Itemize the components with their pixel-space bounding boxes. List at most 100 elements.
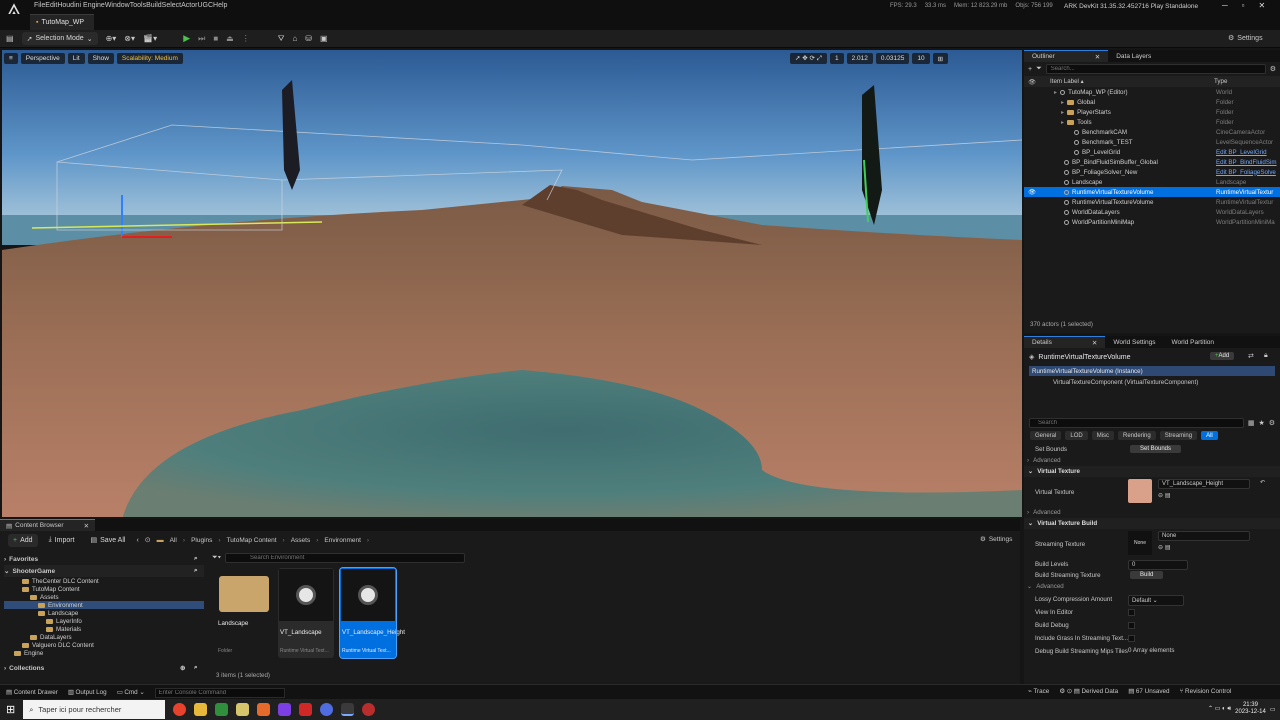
- lock-icon[interactable]: 🔒︎: [1264, 352, 1268, 360]
- virtual-texture-dropdown[interactable]: VT_Landscape_Height: [1158, 479, 1250, 489]
- step-icon[interactable]: ⏭︎: [198, 34, 205, 44]
- filter-general[interactable]: General: [1030, 431, 1062, 440]
- menu-item-actor[interactable]: Actor: [181, 2, 197, 9]
- filter-lod[interactable]: LOD: [1065, 431, 1088, 440]
- menu-item-build[interactable]: Build: [146, 2, 162, 9]
- unreal-taskbar-icon[interactable]: [341, 703, 355, 716]
- taskbar-search[interactable]: ⌕ Taper ici pour rechercher: [23, 700, 166, 719]
- folder-tree-item[interactable]: Assets: [4, 593, 204, 601]
- folder-tree-item[interactable]: TheCenter DLC Content: [4, 577, 204, 585]
- outliner-row[interactable]: ▸ PlayerStarts Folder: [1024, 107, 1280, 117]
- breadcrumb-item[interactable]: Plugins: [191, 537, 212, 544]
- instance-row[interactable]: RuntimeVirtualTextureVolume (Instance): [1029, 366, 1275, 376]
- component-row[interactable]: VirtualTextureComponent (VirtualTextureC…: [1029, 377, 1275, 387]
- brave-icon[interactable]: [257, 703, 271, 716]
- layout-icon[interactable]: ▣: [320, 34, 328, 43]
- output-log-button[interactable]: ▥ Output Log: [68, 689, 107, 696]
- obs-icon[interactable]: [278, 703, 292, 716]
- chevron-down-icon[interactable]: ⌄: [1028, 520, 1033, 527]
- breadcrumb-item[interactable]: Environment: [324, 537, 361, 544]
- outliner-row[interactable]: Landscape Landscape: [1024, 177, 1280, 187]
- outliner-row[interactable]: BP_LevelGrid Edit BP_LevelGrid: [1024, 147, 1280, 157]
- app-icon[interactable]: [215, 703, 229, 716]
- asset-search-input[interactable]: [225, 553, 466, 563]
- derived-data-button[interactable]: ⚙ ⊙ ▤ Derived Data: [1059, 688, 1118, 695]
- set-bounds-button[interactable]: Set Bounds: [1130, 445, 1182, 453]
- camera-speed[interactable]: 10: [912, 53, 930, 64]
- outliner-item-type[interactable]: Edit BP_FoliageSolve: [1216, 169, 1276, 176]
- folder-tree-item[interactable]: Valguero DLC Content: [4, 641, 204, 649]
- streaming-texture-dropdown[interactable]: None: [1158, 531, 1250, 541]
- gear-icon[interactable]: ⚙: [1269, 419, 1275, 427]
- expand-arrow-icon[interactable]: ▸: [1061, 109, 1064, 116]
- notification-icon[interactable]: ▭: [1270, 706, 1276, 713]
- outliner-row[interactable]: BP_FoliageSolver_New Edit BP_FoliageSolve: [1024, 167, 1280, 177]
- platforms-icon[interactable]: ⛛: [278, 34, 285, 44]
- tab-data-layers[interactable]: Data Layers: [1108, 50, 1159, 62]
- minimize-icon[interactable]: ─: [1222, 1, 1228, 10]
- discord-icon[interactable]: [320, 703, 334, 716]
- texture-thumbnail[interactable]: [1128, 479, 1152, 503]
- collections-section[interactable]: Collections: [9, 665, 44, 672]
- browse-icon[interactable]: ⊖ ▤: [1158, 492, 1171, 499]
- expand-arrow-icon[interactable]: ▸: [1061, 99, 1064, 106]
- build-debug-checkbox[interactable]: [1128, 622, 1135, 629]
- reset-icon[interactable]: ↶: [1260, 479, 1265, 486]
- app2-icon[interactable]: [236, 703, 250, 716]
- back-icon[interactable]: ‹: [136, 537, 138, 544]
- lossy-dropdown[interactable]: Default ⌄: [1128, 595, 1184, 606]
- add-content-icon[interactable]: ⊕▾: [106, 34, 117, 43]
- menu-item-edit[interactable]: Edit: [45, 2, 57, 9]
- houdini-icon[interactable]: ⌂: [292, 34, 297, 43]
- filter-rendering[interactable]: Rendering: [1118, 431, 1156, 440]
- filter-icon[interactable]: ⏷: [1036, 65, 1042, 73]
- filezilla-icon[interactable]: [299, 703, 313, 716]
- outliner-row[interactable]: BenchmarkCAM CineCameraActor: [1024, 127, 1280, 137]
- breadcrumb-item[interactable]: Assets: [291, 537, 311, 544]
- details-search-input[interactable]: [1029, 418, 1244, 428]
- asset-tile[interactable]: VT_Landscape_Height Runtime Virtual Text.…: [339, 567, 405, 659]
- transform-tools[interactable]: ➚ ✥ ⟳ ⤢: [790, 53, 827, 64]
- expand-arrow-icon[interactable]: ▸: [1054, 89, 1057, 96]
- close-icon[interactable]: ✕: [1092, 339, 1097, 347]
- chrome-icon[interactable]: [173, 703, 187, 716]
- chevron-right-icon[interactable]: ›: [4, 556, 6, 563]
- modeling-icon[interactable]: ⛁: [305, 34, 312, 43]
- folder-icon[interactable]: ▬: [157, 537, 164, 544]
- lit-button[interactable]: Lit: [67, 53, 85, 64]
- add-collection-icon[interactable]: ⊕: [180, 664, 185, 672]
- favorites-section[interactable]: Favorites: [9, 556, 38, 563]
- breadcrumb-item[interactable]: TutoMap Content: [227, 537, 277, 544]
- menu-item-file[interactable]: File: [34, 2, 45, 9]
- advanced-label[interactable]: Advanced: [1033, 457, 1061, 464]
- grid-snap[interactable]: 1: [829, 53, 844, 64]
- menu-item-window[interactable]: Window: [105, 2, 130, 9]
- expand-arrow-icon[interactable]: ▸: [1061, 119, 1064, 126]
- console-input[interactable]: [154, 687, 285, 698]
- clock[interactable]: 21:39 2023-12-14: [1235, 702, 1266, 716]
- gear-icon[interactable]: ⚙: [1270, 65, 1276, 73]
- add-component-button[interactable]: +Add: [1210, 352, 1235, 360]
- chevron-down-icon[interactable]: ⌄: [1028, 468, 1033, 475]
- close-window-icon[interactable]: ✕: [1259, 1, 1266, 10]
- outliner-item-type[interactable]: Edit BP_LevelGrid: [1216, 149, 1267, 156]
- tab-content-browser[interactable]: ▤ Content Browser ✕: [0, 519, 96, 531]
- content-drawer-button[interactable]: ▤ Content Drawer: [6, 689, 58, 696]
- visibility-icon[interactable]: 👁︎: [1028, 188, 1036, 196]
- folder-tree-item[interactable]: Environment: [4, 601, 204, 609]
- search-icon[interactable]: ⌕: [194, 555, 198, 563]
- advanced-label-3[interactable]: Advanced: [1036, 583, 1064, 590]
- build-levels-input[interactable]: 0: [1128, 560, 1188, 570]
- folder-tree-item[interactable]: DataLayers: [4, 633, 204, 641]
- folder-tree-item[interactable]: TutoMap Content: [4, 585, 204, 593]
- cinematics-icon[interactable]: 🎬︎▾: [143, 34, 157, 43]
- menu-item-tools[interactable]: Tools: [130, 2, 146, 9]
- menu-item-ugc[interactable]: UGC: [197, 2, 213, 9]
- filter-misc[interactable]: Misc: [1091, 431, 1115, 440]
- blueprint-icon[interactable]: ⊗▾: [124, 34, 135, 43]
- menu-item-houdini-engine[interactable]: Houdini Engine: [57, 2, 104, 9]
- outliner-row[interactable]: ▸ Global Folder: [1024, 97, 1280, 107]
- menu-item-select[interactable]: Select: [162, 2, 181, 9]
- view-in-editor-checkbox[interactable]: [1128, 609, 1135, 616]
- tray-icons[interactable]: ⌃ ▭ ◐ 🔊︎: [1208, 705, 1231, 713]
